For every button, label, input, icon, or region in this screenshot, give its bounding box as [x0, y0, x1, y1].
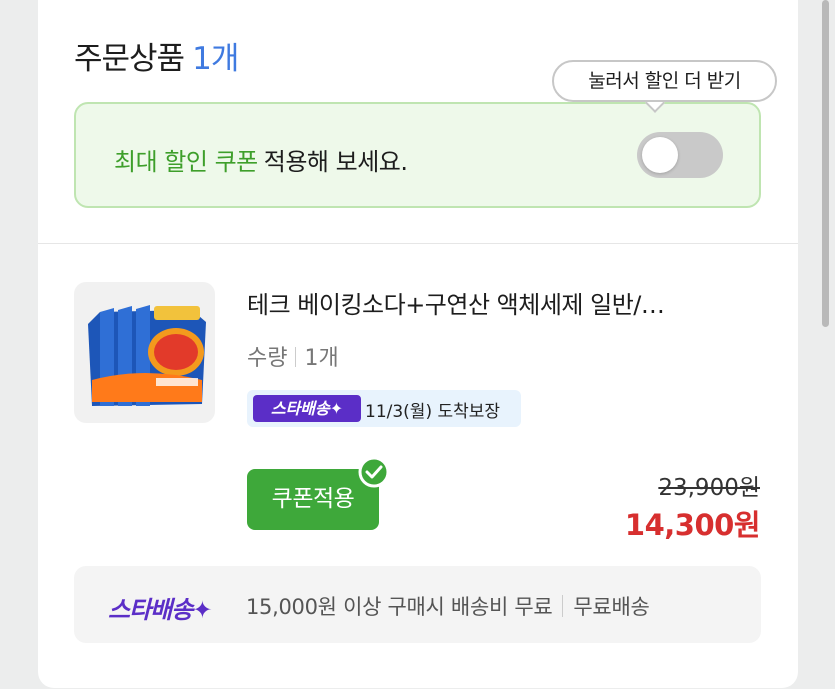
scrollbar[interactable] [822, 0, 829, 327]
section-divider [38, 243, 798, 244]
coupon-banner-rest: 적용해 보세요. [263, 148, 408, 176]
free-shipping-condition: 15,000원 이상 구매시 배송비 무료 [246, 595, 553, 619]
product-thumbnail[interactable] [74, 282, 215, 423]
shipping-text: 15,000원 이상 구매시 배송비 무료 무료배송 [246, 591, 650, 621]
quantity-value: 1개 [304, 346, 339, 371]
delivery-guarantee: 스타배송✦ 11/3(월) 도착보장 [247, 390, 521, 427]
max-coupon-banner[interactable]: 최대 할인 쿠폰 적용해 보세요. [74, 102, 761, 208]
coupon-highlight: 최대 할인 쿠폰 [114, 148, 258, 176]
star-delivery-logo: 스타배송✦ [108, 596, 212, 624]
coupon-toggle[interactable] [637, 132, 723, 178]
star-delivery-badge: 스타배송✦ [253, 395, 361, 422]
toggle-knob [642, 137, 678, 173]
quantity-row: 수량 1개 [247, 340, 339, 372]
item-count: 1개 [192, 41, 239, 77]
discount-tooltip: 눌러서 할인 더 받기 [552, 60, 777, 102]
check-circle-icon [358, 456, 390, 488]
coupon-banner-text: 최대 할인 쿠폰 적용해 보세요. [114, 142, 408, 177]
shipping-info: 스타배송✦ 15,000원 이상 구매시 배송비 무료 무료배송 [74, 566, 761, 643]
shipping-separator [562, 595, 564, 617]
section-title-text: 주문상품 [74, 41, 185, 77]
sale-price: 14,300원 [624, 508, 761, 542]
delivery-date: 11/3(월) 도착보장 [365, 402, 501, 422]
shipping-status: 무료배송 [573, 595, 650, 619]
section-title: 주문상품 1개 [74, 33, 239, 78]
product-name[interactable]: 테크 베이킹소다+구연산 액체세제 일반/… [247, 285, 762, 320]
original-price: 23,900원 [658, 475, 760, 501]
detergent-pouch-image [88, 305, 206, 406]
quantity-separator [295, 347, 297, 367]
quantity-label: 수량 [247, 346, 288, 371]
